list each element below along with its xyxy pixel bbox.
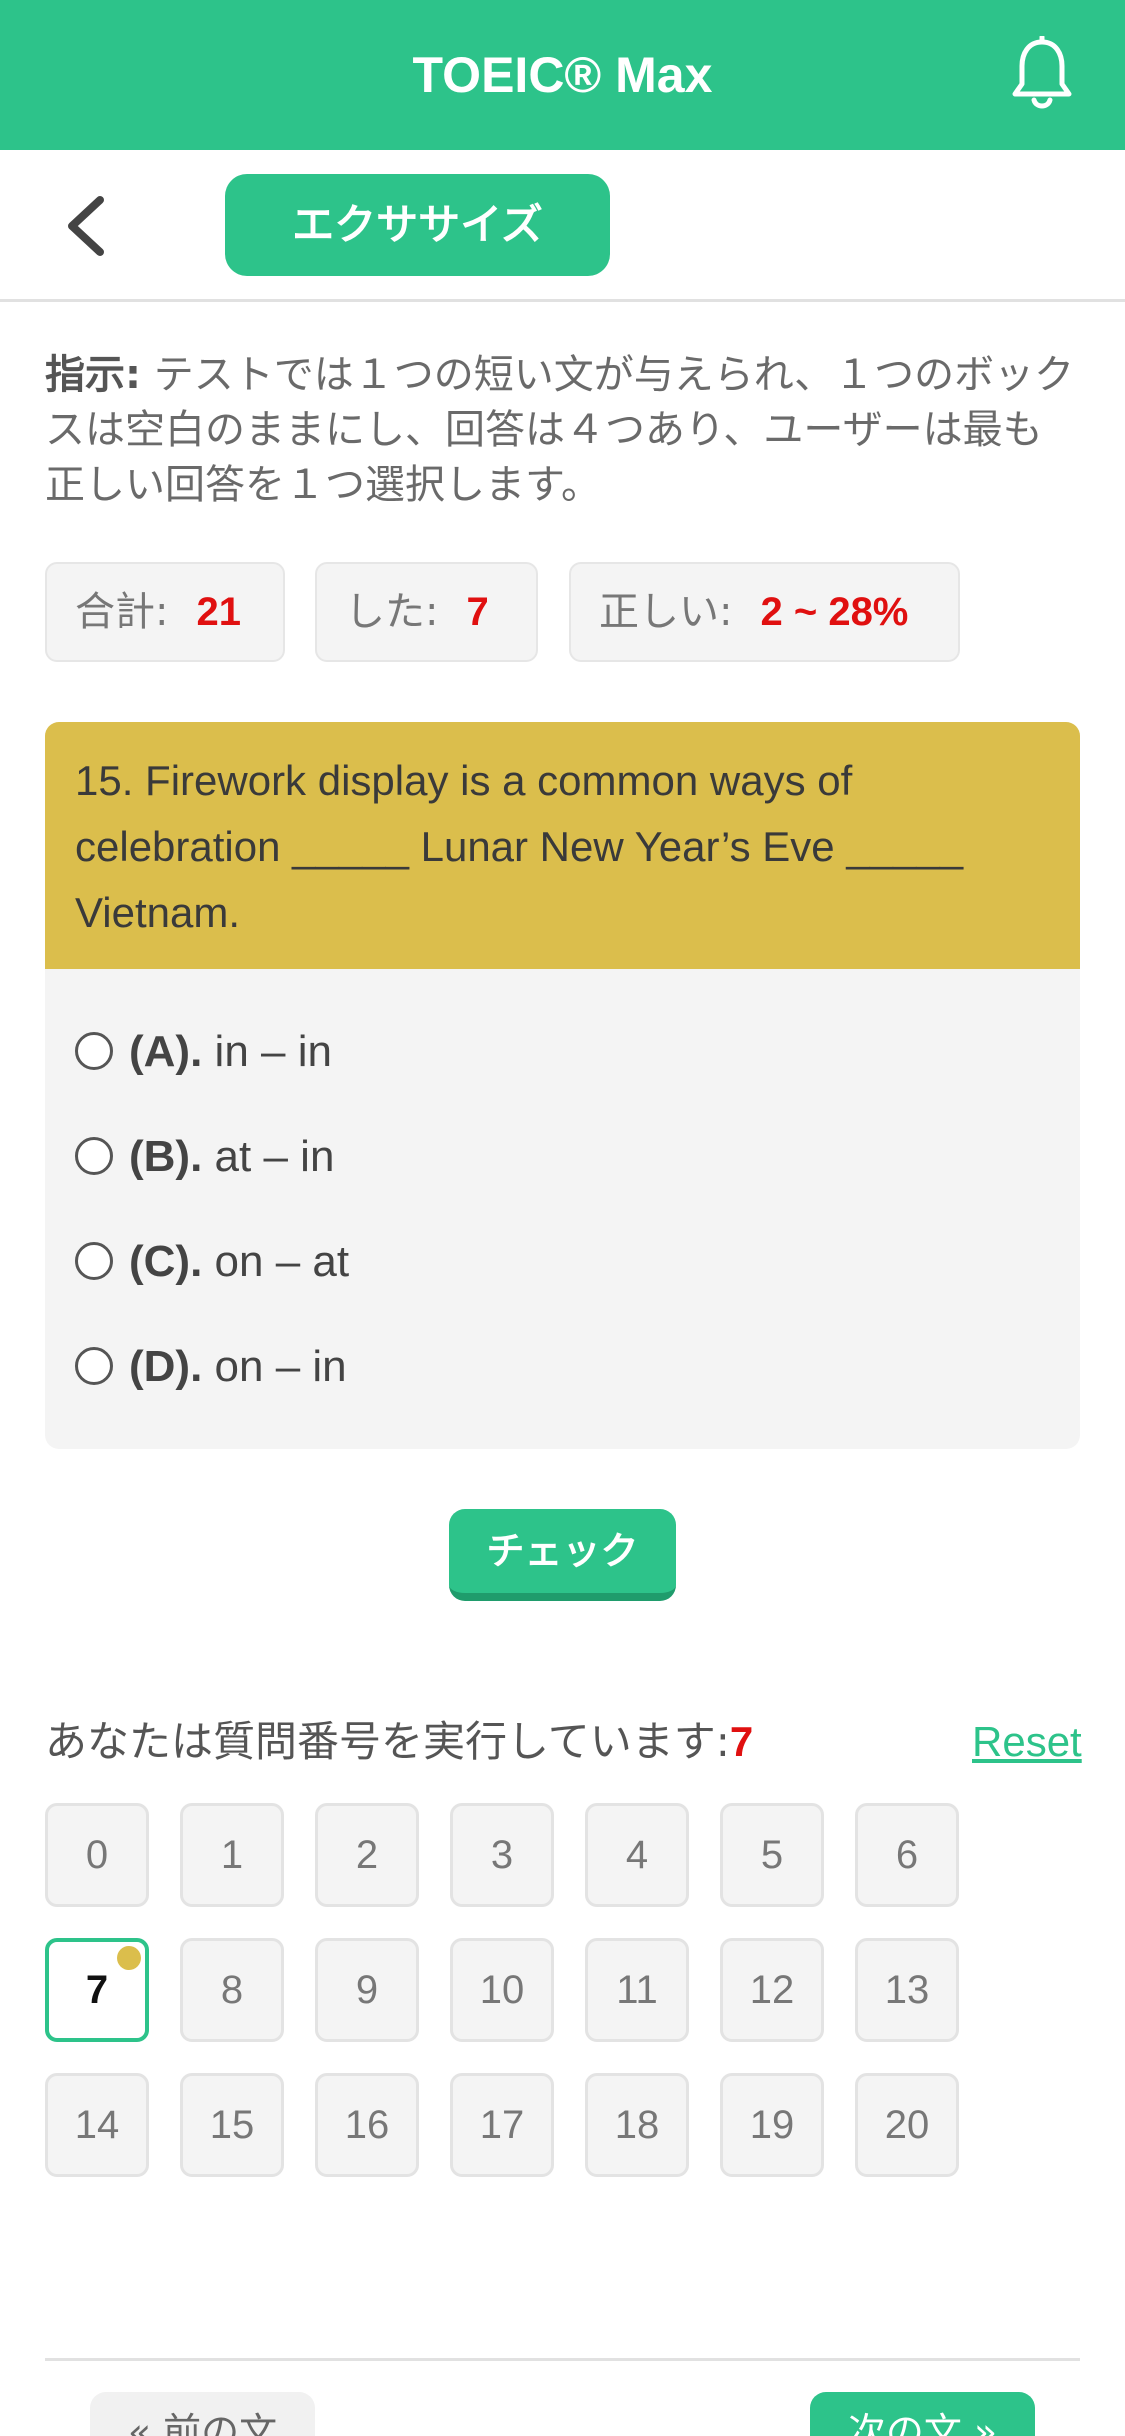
option-d[interactable]: (D). on – in [75,1337,347,1397]
question-number-button[interactable]: 17 [450,2073,554,2177]
question-number-button[interactable]: 13 [855,1938,959,2042]
radio-button[interactable] [75,1032,113,1071]
instructions-label: 指示: [45,352,141,398]
stat-done-value: 7 [466,590,489,634]
stat-total: 合計: 21 [45,562,285,662]
progress-label-text: あなたは質問番号を実行しています: [45,1717,730,1766]
footer-divider [45,2358,1080,2361]
app-title: TOEIC® Max [412,47,713,103]
question-number-button[interactable]: 14 [45,2073,149,2177]
question-number-button[interactable]: 18 [585,2073,689,2177]
question-number-button[interactable]: 0 [45,1803,149,1907]
question-number-button[interactable]: 6 [855,1803,959,1907]
option-a[interactable]: (A). in – in [75,1022,332,1082]
question-number-button[interactable]: 1 [180,1803,284,1907]
question-number-button[interactable]: 15 [180,2073,284,2177]
stat-correct-value: 2 ~ 28% [760,590,909,634]
question-number-button[interactable]: 3 [450,1803,554,1907]
stat-done: した: 7 [315,562,538,662]
question-number-button[interactable]: 4 [585,1803,689,1907]
stat-correct: 正しい: 2 ~ 28% [569,562,960,662]
question-number-button[interactable]: 10 [450,1938,554,2042]
question-number-button[interactable]: 2 [315,1803,419,1907]
question-text: 15. Firework display is a common ways of… [45,722,1080,969]
option-letter: (D). [129,1342,203,1391]
radio-button[interactable] [75,1137,113,1176]
instructions-text: テストでは１つの短い文が与えられ、１つのボックスは空白のままにし、回答は４つあり… [45,352,1075,508]
progress-current: 7 [729,1718,754,1765]
next-sentence-button[interactable]: 次の文 » [810,2392,1035,2436]
reset-link[interactable]: Reset [972,1712,1082,1772]
option-text: on – in [214,1342,347,1391]
question-number-button[interactable]: 19 [720,2073,824,2177]
sub-bar: エクササイズ [0,150,1125,302]
option-text: at – in [214,1132,335,1181]
question-number-label: 7 [85,1968,109,2012]
question-number-button[interactable]: 5 [720,1803,824,1907]
stat-total-label: 合計: [75,589,169,635]
stat-correct-label: 正しい: [599,589,733,635]
instructions: 指示: テストでは１つの短い文が与えられ、１つのボックスは空白のままにし、回答は… [45,348,1080,513]
option-text: on – at [214,1237,350,1286]
progress-label: あなたは質問番号を実行しています:7 [45,1712,753,1772]
option-c[interactable]: (C). on – at [75,1232,349,1292]
option-letter: (B). [129,1132,203,1181]
option-text: in – in [214,1027,332,1076]
radio-button[interactable] [75,1242,113,1281]
bell-icon[interactable] [1010,36,1074,112]
radio-button[interactable] [75,1347,113,1386]
question-number-button[interactable]: 12 [720,1938,824,2042]
chevron-left-icon[interactable] [62,194,112,258]
question-number-button-current[interactable]: 7 [45,1938,149,2042]
question-number-button[interactable]: 11 [585,1938,689,2042]
question-number-button[interactable]: 16 [315,2073,419,2177]
stat-done-label: した: [345,589,439,635]
app-bar: TOEIC® Max [0,0,1125,150]
option-letter: (C). [129,1237,203,1286]
previous-sentence-button[interactable]: « 前の文 [90,2392,315,2436]
stat-total-value: 21 [196,590,241,634]
option-letter: (A). [129,1027,203,1076]
current-indicator-dot [117,1946,141,1970]
option-b[interactable]: (B). at – in [75,1127,334,1187]
question-number-button[interactable]: 9 [315,1938,419,2042]
question-card: 15. Firework display is a common ways of… [45,722,1080,1449]
question-number-button[interactable]: 20 [855,2073,959,2177]
tab-exercise[interactable]: エクササイズ [225,174,610,276]
question-number-button[interactable]: 8 [180,1938,284,2042]
check-button[interactable]: チェック [449,1509,676,1601]
